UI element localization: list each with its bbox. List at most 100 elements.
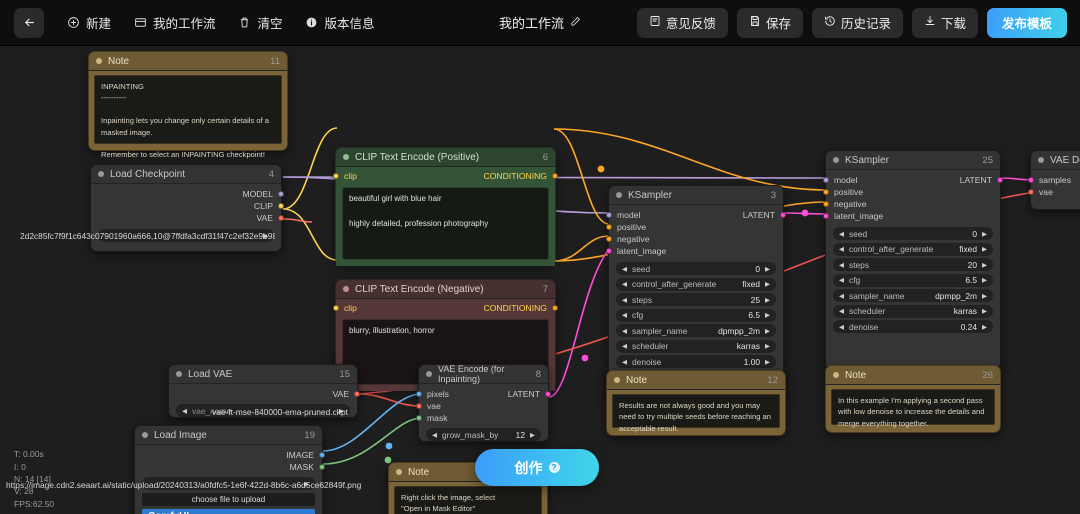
widget-cfg[interactable]: ◀ cfg 6.5 ▶	[616, 308, 776, 322]
prev-arrow-icon[interactable]: ◀	[432, 431, 437, 439]
output-port-image[interactable]: IMAGE	[135, 449, 325, 461]
widget-scheduler[interactable]: ◀ scheduler karras ▶	[616, 339, 776, 353]
node-header[interactable]: Load VAE 15	[169, 365, 357, 384]
widget-vae-name[interactable]: ◀ vae_name vae-ft-mse-840000-ema-pruned.…	[176, 404, 350, 417]
node-note-inpainting[interactable]: Note 11 INPAINTING ---------- Inpainting…	[88, 51, 288, 159]
collapse-dot-icon[interactable]	[426, 371, 432, 377]
next-arrow-icon[interactable]: ▶	[982, 276, 987, 284]
collapse-dot-icon[interactable]	[1038, 157, 1044, 163]
next-arrow-icon[interactable]: ▶	[765, 296, 770, 304]
next-arrow-icon[interactable]: ▶	[765, 358, 770, 366]
output-port-clip[interactable]: CLIP	[91, 200, 284, 212]
widget-control-after-generate[interactable]: ◀ control_after_generate fixed ▶	[833, 242, 993, 256]
prev-arrow-icon[interactable]: ◀	[182, 407, 187, 415]
pencil-icon[interactable]	[570, 15, 581, 30]
collapse-dot-icon[interactable]	[833, 157, 839, 163]
output-port-vae[interactable]: VAE	[91, 212, 284, 224]
node-load-image[interactable]: Load Image 19 IMAGE MASK https://image.c…	[6, 425, 361, 514]
feedback-button[interactable]: 意见反馈	[636, 7, 728, 38]
prev-arrow-icon[interactable]: ◀	[622, 311, 627, 319]
node-header[interactable]: VAE Encode (for Inpainting) 8	[419, 364, 548, 384]
node-header[interactable]: KSampler 3	[609, 186, 783, 205]
widget-seed[interactable]: ◀ seed 0 ▶	[616, 262, 776, 275]
model-pin-icon[interactable]	[278, 191, 284, 197]
widget-denoise[interactable]: ◀ denoise 0.24 ▶	[833, 320, 993, 333]
output-port-mask[interactable]: MASK	[135, 461, 325, 473]
collapse-dot-icon[interactable]	[614, 377, 620, 383]
node-header[interactable]: Note 11	[89, 52, 287, 71]
prev-arrow-icon[interactable]: ◀	[839, 230, 844, 238]
node-header[interactable]: Load Image 19	[135, 426, 322, 445]
widget-seed[interactable]: ◀ seed 0 ▶	[833, 227, 993, 240]
node-header[interactable]: Note 12	[607, 371, 785, 390]
input-port-vae[interactable]: vae	[416, 400, 548, 412]
image-pin-icon[interactable]	[416, 391, 422, 397]
widget-scheduler[interactable]: ◀ scheduler karras ▶	[833, 304, 993, 318]
collapse-dot-icon[interactable]	[833, 372, 839, 378]
input-port-mask[interactable]: mask	[416, 412, 548, 424]
collapse-dot-icon[interactable]	[616, 192, 622, 198]
workflow-title[interactable]: 我的工作流	[499, 13, 581, 32]
next-arrow-icon[interactable]: ▶	[765, 327, 770, 335]
input-port-samples[interactable]: samples	[1028, 174, 1080, 186]
vae-pin-icon[interactable]	[278, 215, 284, 221]
vae-pin-icon[interactable]	[1028, 189, 1034, 195]
model-pin-icon[interactable]	[823, 177, 829, 183]
next-arrow-icon[interactable]: ▶	[765, 342, 770, 350]
note-text[interactable]: Results are not always good and you may …	[612, 394, 780, 433]
prev-arrow-icon[interactable]: ◀	[622, 296, 627, 304]
next-arrow-icon[interactable]: ▶	[304, 480, 309, 488]
next-arrow-icon[interactable]: ▶	[982, 323, 987, 331]
input-port-negative[interactable]: negative	[606, 233, 783, 245]
next-arrow-icon[interactable]: ▶	[982, 245, 987, 253]
latent-pin-icon[interactable]	[545, 391, 551, 397]
node-header[interactable]: VAE De	[1031, 151, 1080, 170]
download-button[interactable]: 下载	[911, 7, 978, 38]
widget-steps[interactable]: ◀ steps 25 ▶	[616, 293, 776, 306]
collapse-dot-icon[interactable]	[96, 58, 102, 64]
mask-pin-icon[interactable]	[319, 464, 325, 470]
input-port-positive[interactable]: positive	[606, 221, 783, 233]
prev-arrow-icon[interactable]: ◀	[839, 323, 844, 331]
image-pin-icon[interactable]	[319, 452, 325, 458]
vae-pin-icon[interactable]	[416, 403, 422, 409]
latent-pin-icon[interactable]	[780, 212, 786, 218]
toolbar-item-new[interactable]: 新建	[66, 13, 111, 32]
node-header[interactable]: KSampler 25	[826, 151, 1000, 170]
input-port-negative[interactable]: negative	[823, 198, 1000, 210]
widget-sampler-name[interactable]: ◀ sampler_name dpmpp_2m ▶	[616, 324, 776, 337]
next-arrow-icon[interactable]: ▶	[765, 280, 770, 288]
widget-ckpt-name[interactable]: 2d2c85fc7f9f1c643c07901960a666,10@7ffdfa…	[20, 229, 275, 242]
next-arrow-icon[interactable]: ▶	[530, 431, 535, 439]
port-row-clip[interactable]: clip CONDITIONING	[333, 169, 558, 183]
collapse-dot-icon[interactable]	[343, 154, 349, 160]
latent-pin-icon[interactable]	[997, 177, 1003, 183]
next-arrow-icon[interactable]: ▶	[982, 261, 987, 269]
node-header[interactable]: CLIP Text Encode (Positive) 6	[336, 148, 555, 167]
back-button[interactable]	[14, 7, 44, 38]
input-port-model[interactable]: model LATENT	[606, 209, 786, 221]
prev-arrow-icon[interactable]: ◀	[622, 342, 627, 350]
collapse-dot-icon[interactable]	[142, 432, 148, 438]
input-port-model[interactable]: model LATENT	[823, 174, 1003, 186]
input-port-vae[interactable]: vae	[1028, 186, 1080, 198]
widget-denoise[interactable]: ◀ denoise 1.00 ▶	[616, 355, 776, 368]
collapse-dot-icon[interactable]	[396, 469, 402, 475]
prev-arrow-icon[interactable]: ◀	[839, 276, 844, 284]
next-arrow-icon[interactable]: ▶	[339, 407, 344, 415]
collapse-dot-icon[interactable]	[176, 371, 182, 377]
widget-cfg[interactable]: ◀ cfg 6.5 ▶	[833, 273, 993, 287]
prev-arrow-icon[interactable]: ◀	[839, 261, 844, 269]
image-preview[interactable]: ComfyUI	[142, 509, 315, 514]
port-row-clip[interactable]: clip CONDITIONING	[333, 301, 558, 315]
toolbar-item-version-info[interactable]: 版本信息	[305, 13, 375, 32]
next-arrow-icon[interactable]: ▶	[982, 230, 987, 238]
next-arrow-icon[interactable]: ▶	[982, 307, 987, 315]
clip-pin-icon[interactable]	[278, 203, 284, 209]
node-vae-decode[interactable]: VAE De samples vae	[1028, 150, 1080, 210]
node-graph-canvas[interactable]: Note 11 INPAINTING ---------- Inpainting…	[0, 46, 1080, 514]
input-port-positive[interactable]: positive	[823, 186, 1000, 198]
clip-pin-icon[interactable]	[333, 305, 339, 311]
note-text[interactable]: In this example I'm applying a second pa…	[831, 389, 995, 428]
note-text[interactable]: INPAINTING ---------- Inpainting lets yo…	[94, 75, 282, 159]
